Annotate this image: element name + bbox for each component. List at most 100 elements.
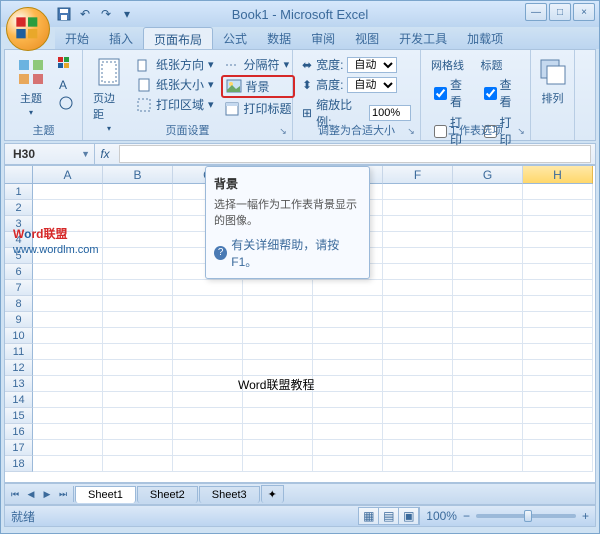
cell[interactable] (453, 296, 523, 312)
cell[interactable] (243, 456, 313, 472)
cell[interactable] (33, 440, 103, 456)
cell[interactable] (103, 312, 173, 328)
row-header-6[interactable]: 6 (5, 264, 33, 280)
tab-formulas[interactable]: 公式 (213, 27, 257, 49)
cell[interactable] (33, 344, 103, 360)
cell[interactable] (173, 376, 243, 392)
tab-insert[interactable]: 插入 (99, 27, 143, 49)
cell[interactable] (383, 264, 453, 280)
cell[interactable] (523, 376, 593, 392)
new-sheet-button[interactable]: ✦ (261, 485, 284, 503)
cell[interactable] (103, 216, 173, 232)
cell[interactable] (173, 312, 243, 328)
cell[interactable] (313, 312, 383, 328)
cell[interactable] (523, 360, 593, 376)
tab-review[interactable]: 审阅 (301, 27, 345, 49)
cell[interactable] (103, 232, 173, 248)
col-header-B[interactable]: B (103, 166, 173, 184)
cell[interactable] (243, 328, 313, 344)
cell[interactable] (103, 184, 173, 200)
cell[interactable] (523, 344, 593, 360)
cell[interactable] (313, 328, 383, 344)
height-select[interactable]: 自动 (347, 77, 397, 93)
cell[interactable] (33, 200, 103, 216)
cell[interactable] (383, 456, 453, 472)
cell[interactable] (383, 360, 453, 376)
cell[interactable] (243, 296, 313, 312)
cell[interactable] (453, 344, 523, 360)
row-header-15[interactable]: 15 (5, 408, 33, 424)
theme-colors-button[interactable] (55, 56, 77, 74)
cell[interactable] (523, 280, 593, 296)
row-header-16[interactable]: 16 (5, 424, 33, 440)
cell[interactable] (103, 248, 173, 264)
row-header-2[interactable]: 2 (5, 200, 33, 216)
cell[interactable] (33, 232, 103, 248)
cell[interactable] (313, 408, 383, 424)
cell[interactable] (383, 216, 453, 232)
cell[interactable] (33, 360, 103, 376)
col-header-H[interactable]: H (523, 166, 593, 184)
cell[interactable] (453, 184, 523, 200)
cell[interactable] (523, 312, 593, 328)
cell[interactable] (313, 456, 383, 472)
cell[interactable] (313, 440, 383, 456)
cell[interactable] (103, 376, 173, 392)
cell[interactable] (173, 392, 243, 408)
cell[interactable] (453, 264, 523, 280)
sheetopts-launcher[interactable]: ↘ (514, 124, 528, 138)
close-button[interactable]: × (573, 3, 595, 21)
row-header-12[interactable]: 12 (5, 360, 33, 376)
cell[interactable] (33, 184, 103, 200)
cell[interactable] (453, 360, 523, 376)
cell[interactable] (523, 392, 593, 408)
cell[interactable] (453, 392, 523, 408)
pagesetup-launcher[interactable]: ↘ (276, 124, 290, 138)
cell[interactable] (33, 456, 103, 472)
zoom-level[interactable]: 100% (426, 509, 457, 523)
cell[interactable] (243, 424, 313, 440)
cell[interactable] (173, 424, 243, 440)
scale-launcher[interactable]: ↘ (404, 124, 418, 138)
cell[interactable] (523, 264, 593, 280)
row-header-17[interactable]: 17 (5, 440, 33, 456)
cell[interactable] (103, 200, 173, 216)
cell[interactable] (383, 280, 453, 296)
cell[interactable] (383, 328, 453, 344)
cell[interactable] (523, 296, 593, 312)
cell[interactable] (453, 376, 523, 392)
cell[interactable] (523, 328, 593, 344)
cell[interactable] (453, 440, 523, 456)
tab-developer[interactable]: 开发工具 (389, 27, 457, 49)
tab-nav-first[interactable]: ⏮ (7, 486, 23, 502)
zoom-out-button[interactable]: − (463, 509, 470, 523)
row-header-14[interactable]: 14 (5, 392, 33, 408)
cell[interactable] (103, 408, 173, 424)
cell[interactable] (383, 408, 453, 424)
tab-addins[interactable]: 加载项 (457, 27, 513, 49)
cell[interactable] (173, 408, 243, 424)
cell[interactable] (103, 456, 173, 472)
cell[interactable] (453, 312, 523, 328)
row-header-11[interactable]: 11 (5, 344, 33, 360)
cell[interactable] (453, 328, 523, 344)
cell[interactable] (453, 424, 523, 440)
cell[interactable] (33, 264, 103, 280)
minimize-button[interactable]: — (525, 3, 547, 21)
cell[interactable] (383, 440, 453, 456)
scale-input[interactable] (369, 105, 411, 121)
cell[interactable] (33, 392, 103, 408)
cell[interactable] (523, 200, 593, 216)
cell[interactable] (173, 296, 243, 312)
select-all-corner[interactable] (5, 166, 33, 184)
themes-button[interactable]: 主题▾ (9, 52, 53, 121)
size-button[interactable]: 纸张大小 ▾ (133, 75, 217, 94)
tab-view[interactable]: 视图 (345, 27, 389, 49)
sheet-tab-3[interactable]: Sheet3 (199, 486, 260, 503)
zoom-in-button[interactable]: + (582, 509, 589, 523)
cell[interactable] (103, 360, 173, 376)
cell[interactable] (523, 456, 593, 472)
row-header-8[interactable]: 8 (5, 296, 33, 312)
cell[interactable] (33, 424, 103, 440)
sheet-tab-1[interactable]: Sheet1 (75, 486, 136, 503)
